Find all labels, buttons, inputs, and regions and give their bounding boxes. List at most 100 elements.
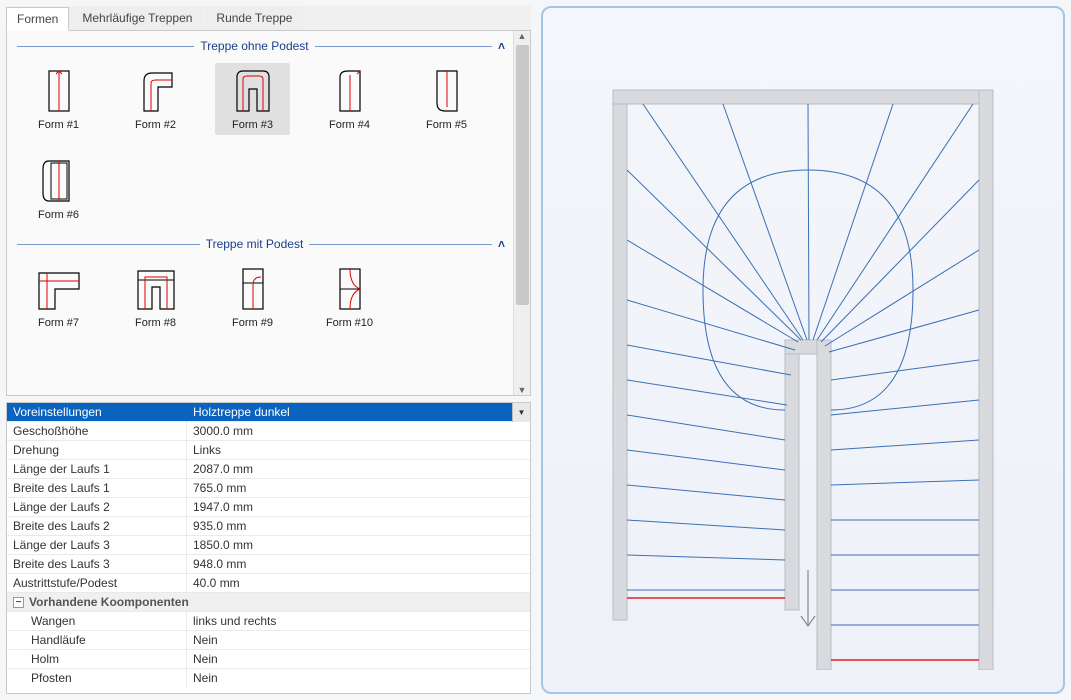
stair-form-icon: [130, 265, 182, 313]
prop-val[interactable]: 1850.0 mm: [187, 536, 530, 554]
scroll-thumb[interactable]: [516, 45, 529, 305]
group-header-with-podest[interactable]: Treppe mit Podest ˄: [11, 237, 509, 251]
tab-mehrlaeufige[interactable]: Mehrläufige Treppen: [71, 6, 203, 30]
prop-row[interactable]: Breite des Laufs 3 948.0 mm: [7, 555, 530, 574]
property-grid: Voreinstellungen Holztreppe dunkel ▼ Ges…: [6, 402, 531, 694]
prop-key: Holm: [7, 650, 187, 668]
tab-runde[interactable]: Runde Treppe: [205, 6, 303, 30]
prop-header-key: Voreinstellungen: [7, 403, 187, 421]
prop-key: Pfosten: [7, 669, 187, 688]
prop-header-row[interactable]: Voreinstellungen Holztreppe dunkel ▼: [7, 403, 530, 422]
prop-row[interactable]: Wangen links und rechts: [7, 612, 530, 631]
scroll-down-icon[interactable]: ▼: [514, 385, 530, 395]
forms-scroll-area: Treppe ohne Podest ˄ Form #1: [7, 31, 513, 395]
scroll-up-icon[interactable]: ▲: [514, 31, 530, 41]
forms-grid-1: Form #1 Form #2 Form: [11, 59, 509, 229]
dropdown-icon[interactable]: ▼: [512, 403, 530, 422]
group-divider: [309, 244, 492, 245]
prop-category-label: − Vorhandene Koomponenten: [7, 593, 530, 611]
stair-form-icon: [130, 67, 182, 115]
prop-row[interactable]: Breite des Laufs 2 935.0 mm: [7, 517, 530, 536]
chevron-up-icon[interactable]: ˄: [498, 237, 505, 251]
form-label: Form #5: [409, 119, 484, 131]
form-shape-10[interactable]: Form #10: [312, 261, 387, 333]
forms-grid-2: Form #7 Form #8: [11, 257, 509, 337]
tab-formen[interactable]: Formen: [6, 7, 69, 31]
prop-val[interactable]: 948.0 mm: [187, 555, 530, 573]
stair-preview: [573, 30, 1033, 670]
group-title: Treppe ohne Podest: [200, 39, 308, 53]
vertical-scrollbar[interactable]: ▲ ▼: [513, 31, 530, 395]
prop-row[interactable]: Breite des Laufs 1 765.0 mm: [7, 479, 530, 498]
form-label: Form #8: [118, 317, 193, 329]
app-root: Formen Mehrläufige Treppen Runde Treppe …: [0, 0, 1071, 700]
prop-key: Geschoßhöhe: [7, 422, 187, 440]
group-divider: [17, 46, 194, 47]
prop-row[interactable]: Länge der Laufs 2 1947.0 mm: [7, 498, 530, 517]
prop-val[interactable]: 40.0 mm: [187, 574, 530, 592]
form-label: Form #10: [312, 317, 387, 329]
prop-val[interactable]: 765.0 mm: [187, 479, 530, 497]
prop-val[interactable]: links und rechts: [187, 612, 530, 630]
form-shape-1[interactable]: Form #1: [21, 63, 96, 135]
prop-row[interactable]: Länge der Laufs 1 2087.0 mm: [7, 460, 530, 479]
forms-panel: Treppe ohne Podest ˄ Form #1: [6, 31, 531, 396]
form-label: Form #7: [21, 317, 96, 329]
prop-val[interactable]: 2087.0 mm: [187, 460, 530, 478]
prop-key: Handläufe: [7, 631, 187, 649]
prop-category-text: Vorhandene Koomponenten: [29, 593, 189, 612]
prop-val[interactable]: 935.0 mm: [187, 517, 530, 535]
form-shape-8[interactable]: Form #8: [118, 261, 193, 333]
stair-form-icon: [33, 265, 85, 313]
stair-form-icon: [227, 67, 279, 115]
form-shape-4[interactable]: Form #4: [312, 63, 387, 135]
stair-form-icon: [324, 67, 376, 115]
stair-form-icon: [421, 67, 473, 115]
group-divider: [17, 244, 200, 245]
prop-val[interactable]: Nein: [187, 650, 530, 668]
prop-key: Länge der Laufs 1: [7, 460, 187, 478]
form-label: Form #1: [21, 119, 96, 131]
prop-row[interactable]: Handläufe Nein: [7, 631, 530, 650]
prop-header-val: Holztreppe dunkel: [193, 405, 290, 419]
prop-row[interactable]: Austrittstufe/Podest 40.0 mm: [7, 574, 530, 593]
group-header-no-podest[interactable]: Treppe ohne Podest ˄: [11, 39, 509, 53]
prop-val[interactable]: 1947.0 mm: [187, 498, 530, 516]
prop-row[interactable]: Geschoßhöhe 3000.0 mm: [7, 422, 530, 441]
prop-key: Länge der Laufs 2: [7, 498, 187, 516]
form-label: Form #2: [118, 119, 193, 131]
group-title: Treppe mit Podest: [206, 237, 304, 251]
preview-panel: [541, 6, 1065, 694]
form-label: Form #9: [215, 317, 290, 329]
prop-row[interactable]: Holm Nein: [7, 650, 530, 669]
prop-key: Breite des Laufs 3: [7, 555, 187, 573]
form-shape-7[interactable]: Form #7: [21, 261, 96, 333]
prop-val[interactable]: Nein: [187, 669, 530, 688]
prop-header-dropdown[interactable]: Holztreppe dunkel ▼: [187, 403, 530, 421]
prop-key: Drehung: [7, 441, 187, 459]
form-shape-3[interactable]: Form #3: [215, 63, 290, 135]
collapse-icon[interactable]: −: [13, 597, 24, 608]
prop-category-row[interactable]: − Vorhandene Koomponenten: [7, 593, 530, 612]
prop-val[interactable]: 3000.0 mm: [187, 422, 530, 440]
stair-form-icon: [33, 67, 85, 115]
prop-row[interactable]: Länge der Laufs 3 1850.0 mm: [7, 536, 530, 555]
prop-val[interactable]: Links: [187, 441, 530, 459]
form-shape-6[interactable]: Form #6: [21, 153, 96, 225]
prop-key: Breite des Laufs 1: [7, 479, 187, 497]
prop-val[interactable]: Nein: [187, 631, 530, 649]
prop-row[interactable]: Pfosten Nein: [7, 669, 530, 688]
chevron-up-icon[interactable]: ˄: [498, 39, 505, 53]
left-panel: Formen Mehrläufige Treppen Runde Treppe …: [6, 6, 531, 694]
prop-row[interactable]: Drehung Links: [7, 441, 530, 460]
form-shape-2[interactable]: Form #2: [118, 63, 193, 135]
prop-key: Breite des Laufs 2: [7, 517, 187, 535]
prop-key: Länge der Laufs 3: [7, 536, 187, 554]
group-divider: [315, 46, 492, 47]
stair-form-icon: [33, 157, 85, 205]
form-label: Form #3: [215, 119, 290, 131]
stair-form-icon: [227, 265, 279, 313]
form-shape-5[interactable]: Form #5: [409, 63, 484, 135]
form-shape-9[interactable]: Form #9: [215, 261, 290, 333]
tab-bar: Formen Mehrläufige Treppen Runde Treppe: [6, 6, 531, 31]
